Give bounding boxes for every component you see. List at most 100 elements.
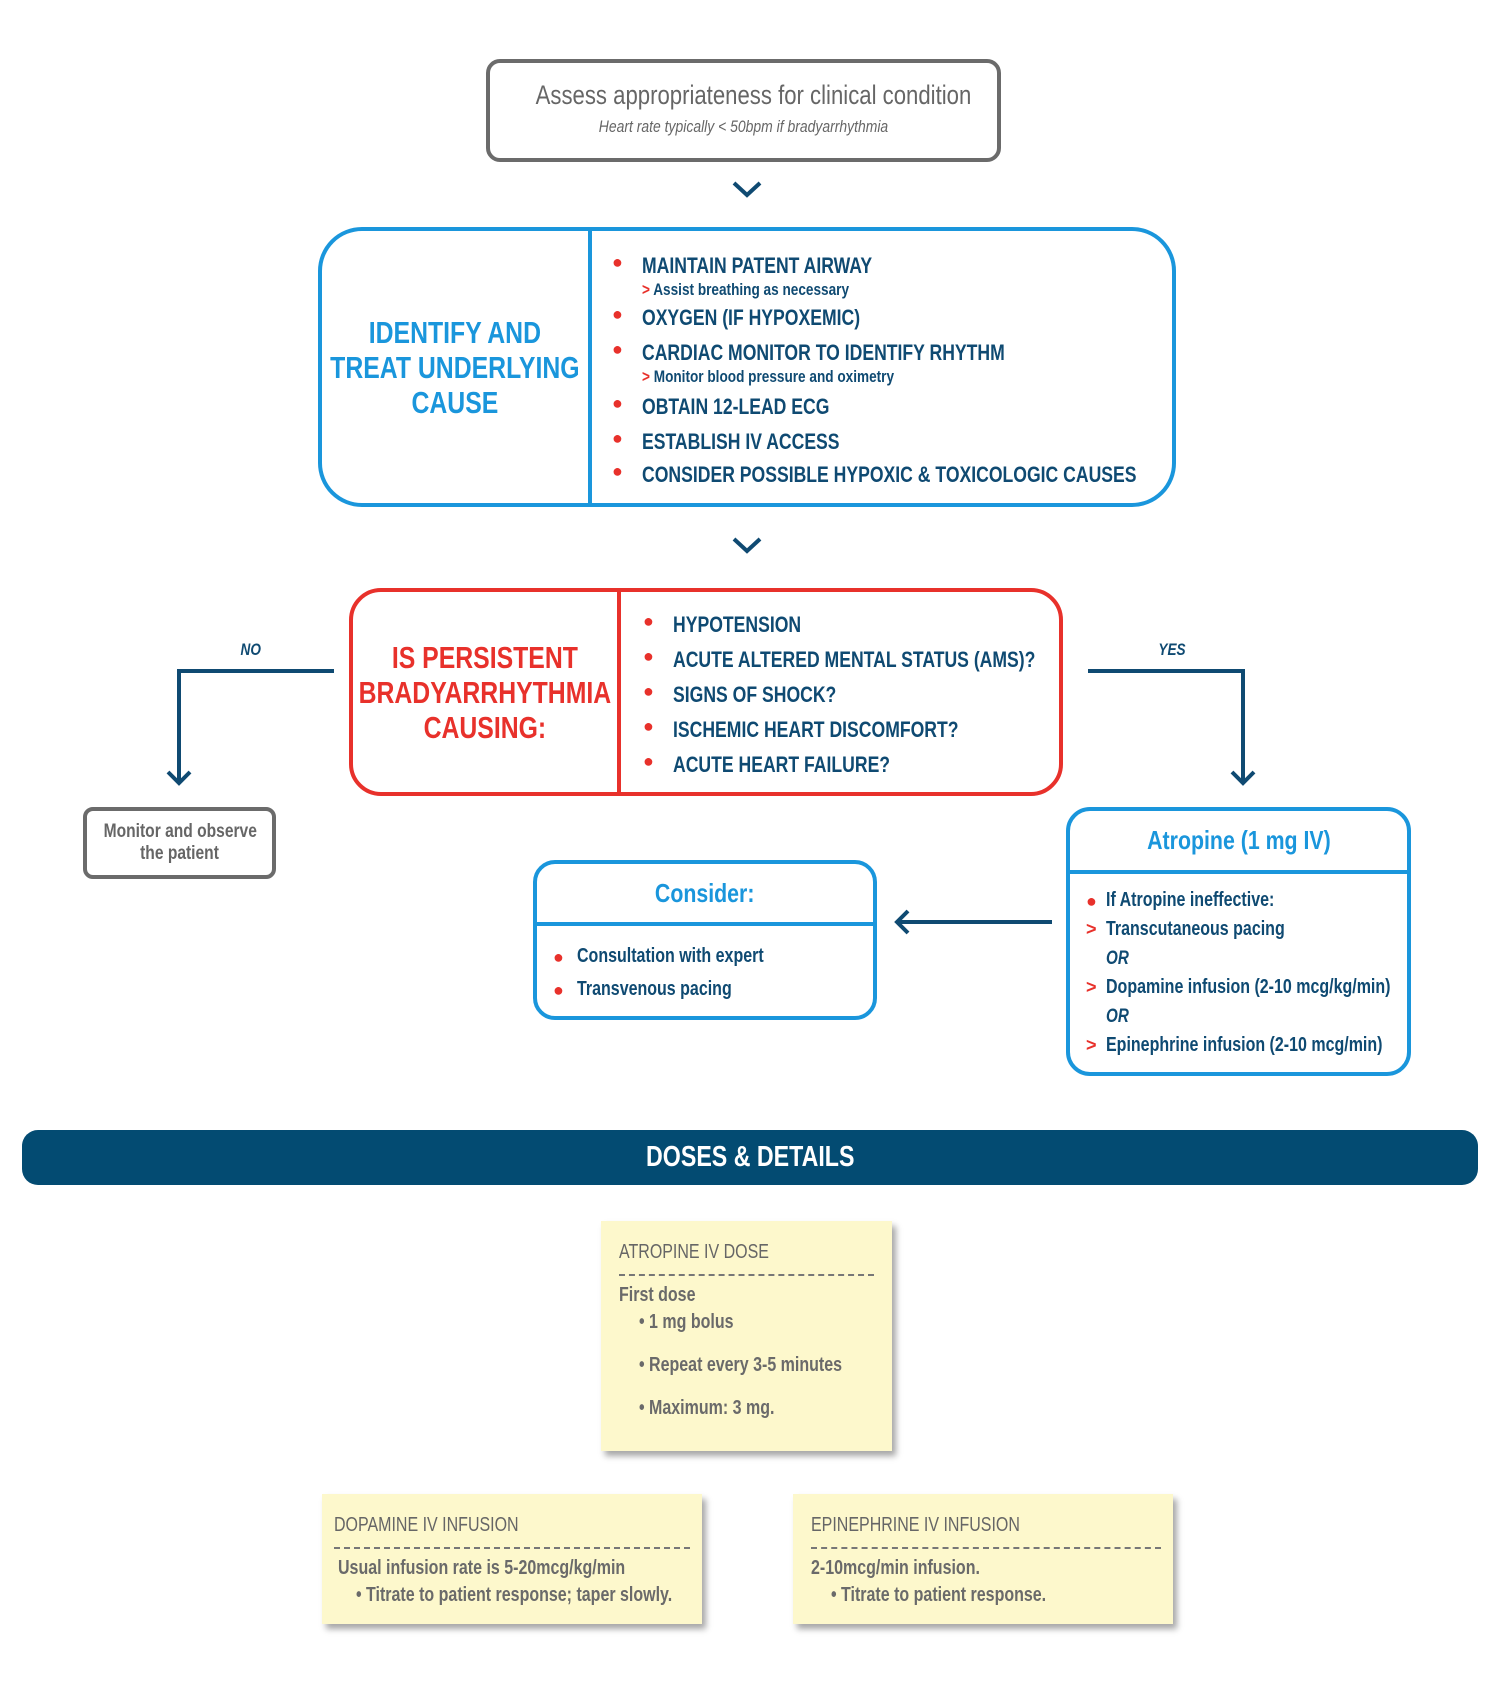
monitor-observe-box: Monitor and observe the patient xyxy=(83,807,276,879)
card-bullet: • 1 mg bolus xyxy=(639,1311,734,1333)
card-title: DOPAMINE IV INFUSION xyxy=(334,1514,519,1536)
chevron-down-icon xyxy=(732,181,762,198)
item-label: ACUTE ALTERED MENTAL STATUS (AMS)? xyxy=(673,647,1036,672)
bullet-icon: ● xyxy=(643,751,654,771)
item-label: MAINTAIN PATENT AIRWAY xyxy=(642,253,873,278)
identify-heading-line: IDENTIFY AND xyxy=(368,314,542,350)
identify-treat-box: IDENTIFY AND TREAT UNDERLYING CAUSE ● MA… xyxy=(318,227,1176,507)
item-label: CONSIDER POSSIBLE HYPOXIC & TOXICOLOGIC … xyxy=(642,462,1137,487)
atropine-option: Epinephrine infusion (2-10 mcg/min) xyxy=(1106,1034,1383,1056)
card-divider xyxy=(811,1547,1161,1549)
bullet-icon: ● xyxy=(612,461,623,481)
item-label: CARDIAC MONITOR TO IDENTIFY RHYTHM xyxy=(642,340,1005,365)
bullet-icon: ● xyxy=(643,681,654,701)
atropine-dose-card: ATROPINE IV DOSE First dose • 1 mg bolus… xyxy=(601,1221,892,1451)
banner-title: DOSES & DETAILS xyxy=(645,1141,855,1173)
consider-title: Consider: xyxy=(655,877,755,908)
atropine-header: Atropine (1 mg IV) xyxy=(1070,811,1407,874)
atropine-title: Atropine (1 mg IV) xyxy=(1146,825,1331,855)
list-item: > Dopamine infusion (2-10 mcg/kg/min) xyxy=(1086,973,1407,1002)
or-label: OR xyxy=(1106,947,1129,969)
bullet-icon: ● xyxy=(643,716,654,736)
consider-header: Consider: xyxy=(537,864,873,926)
persistent-heading-line: CAUSING: xyxy=(423,709,547,745)
arrow-down-icon xyxy=(1230,770,1256,786)
list-item: ● ACUTE ALTERED MENTAL STATUS (AMS)? xyxy=(643,647,1126,682)
persistent-heading-line: BRADYARRHYTHMIA xyxy=(358,674,612,710)
list-item: ● If Atropine ineffective: xyxy=(1086,886,1407,915)
card-divider xyxy=(334,1547,690,1549)
chevron-down-icon xyxy=(732,537,762,554)
dopamine-infusion-card: DOPAMINE IV INFUSION Usual infusion rate… xyxy=(322,1494,702,1624)
bullet-icon: ● xyxy=(612,252,623,272)
list-item: > Epinephrine infusion (2-10 mcg/min) xyxy=(1086,1031,1407,1060)
persistent-heading: IS PERSISTENT BRADYARRHYTHMIA CAUSING: xyxy=(353,592,617,792)
card-title: ATROPINE IV DOSE xyxy=(619,1241,769,1263)
consider-item: Consultation with expert xyxy=(577,945,764,967)
persistent-bradyarrhythmia-box: IS PERSISTENT BRADYARRHYTHMIA CAUSING: ●… xyxy=(349,588,1063,796)
identify-list: ● MAINTAIN PATENT AIRWAY > Assist breath… xyxy=(612,253,1260,495)
list-item: ● OBTAIN 12-LEAD ECG xyxy=(612,394,1260,429)
assess-subtitle: Heart rate typically < 50bpm if bradyarr… xyxy=(598,117,889,136)
atropine-option: Dopamine infusion (2-10 mcg/kg/min) xyxy=(1106,976,1391,998)
card-bullet: • Repeat every 3-5 minutes xyxy=(639,1354,843,1376)
list-item: ● SIGNS OF SHOCK? xyxy=(643,682,1126,717)
no-branch-label: NO xyxy=(240,640,261,659)
epinephrine-infusion-card: EPINEPHRINE IV INFUSION 2-10mcg/min infu… xyxy=(793,1494,1173,1624)
card-bullet-text: 1 mg bolus xyxy=(649,1311,734,1333)
list-item: ● Consultation with expert xyxy=(553,940,873,973)
item-label: ESTABLISH IV ACCESS xyxy=(642,429,840,454)
item-sub-text: Assist breathing as necessary xyxy=(653,280,850,299)
consider-body: ● Consultation with expert ● Transvenous… xyxy=(537,926,873,1006)
list-item: ● CONSIDER POSSIBLE HYPOXIC & TOXICOLOGI… xyxy=(612,462,1260,495)
persistent-divider xyxy=(617,592,621,792)
persistent-list: ● HYPOTENSION ● ACUTE ALTERED MENTAL STA… xyxy=(643,612,1126,787)
assess-title: Assess appropriateness for clinical cond… xyxy=(535,80,972,110)
assess-box: Assess appropriateness for clinical cond… xyxy=(486,59,1001,162)
no-connector-line xyxy=(177,669,334,783)
list-item: > Transcutaneous pacing xyxy=(1086,915,1407,944)
bullet-icon: ● xyxy=(643,646,654,666)
item-label: HYPOTENSION xyxy=(673,612,802,637)
card-bullet: • Maximum: 3 mg. xyxy=(639,1397,775,1419)
list-item: ● ESTABLISH IV ACCESS xyxy=(612,429,1260,462)
identify-heading: IDENTIFY AND TREAT UNDERLYING CAUSE xyxy=(322,231,588,503)
card-intro: 2-10mcg/min infusion. xyxy=(811,1557,980,1579)
item-sub: > Monitor blood pressure and oximetry xyxy=(642,367,1005,387)
card-intro: Usual infusion rate is 5-20mcg/kg/min xyxy=(338,1557,626,1579)
atropine-option: Transcutaneous pacing xyxy=(1106,918,1285,940)
list-item: ● OXYGEN (IF HYPOXEMIC) xyxy=(612,305,1260,340)
bullet-icon: ● xyxy=(553,946,564,967)
bullet-icon: ● xyxy=(612,428,623,448)
yes-branch-label: YES xyxy=(1158,640,1186,659)
list-item: ● CARDIAC MONITOR TO IDENTIFY RHYTHM > M… xyxy=(612,340,1260,394)
list-item: ● ISCHEMIC HEART DISCOMFORT? xyxy=(643,717,1126,752)
item-label: ACUTE HEART FAILURE? xyxy=(673,752,891,777)
list-item: ● HYPOTENSION xyxy=(643,612,1126,647)
monitor-line: the patient xyxy=(140,843,219,864)
bullet-icon: ● xyxy=(553,979,564,1000)
item-label: OBTAIN 12-LEAD ECG xyxy=(642,394,830,419)
arrow-down-icon xyxy=(166,770,192,786)
chevron-right-icon: > xyxy=(1086,977,1097,997)
item-label: SIGNS OF SHOCK? xyxy=(673,682,837,707)
or-separator: OR xyxy=(1086,944,1407,973)
persistent-heading-line: IS PERSISTENT xyxy=(391,639,579,675)
item-sub-text: Monitor blood pressure and oximetry xyxy=(653,367,895,386)
item-label: ISCHEMIC HEART DISCOMFORT? xyxy=(673,717,959,742)
arrow-left-icon xyxy=(894,909,910,935)
atropine-body: ● If Atropine ineffective: > Transcutane… xyxy=(1070,874,1407,1060)
card-bullet: • Titrate to patient response. xyxy=(831,1584,1047,1606)
item-sub: > Assist breathing as necessary xyxy=(642,280,872,300)
identify-divider xyxy=(588,231,592,503)
identify-heading-line: CAUSE xyxy=(411,384,499,420)
card-bullet-text: Repeat every 3-5 minutes xyxy=(649,1354,843,1376)
or-label: OR xyxy=(1106,1005,1129,1027)
atropine-box: Atropine (1 mg IV) ● If Atropine ineffec… xyxy=(1066,807,1411,1076)
card-bullet-text: Titrate to patient response; taper slowl… xyxy=(366,1584,673,1606)
item-label: OXYGEN (IF HYPOXEMIC) xyxy=(642,305,861,330)
list-item: ● MAINTAIN PATENT AIRWAY > Assist breath… xyxy=(612,253,1260,305)
doses-details-banner: DOSES & DETAILS xyxy=(22,1130,1478,1185)
consider-box: Consider: ● Consultation with expert ● T… xyxy=(533,860,877,1020)
or-separator: OR xyxy=(1086,1002,1407,1031)
